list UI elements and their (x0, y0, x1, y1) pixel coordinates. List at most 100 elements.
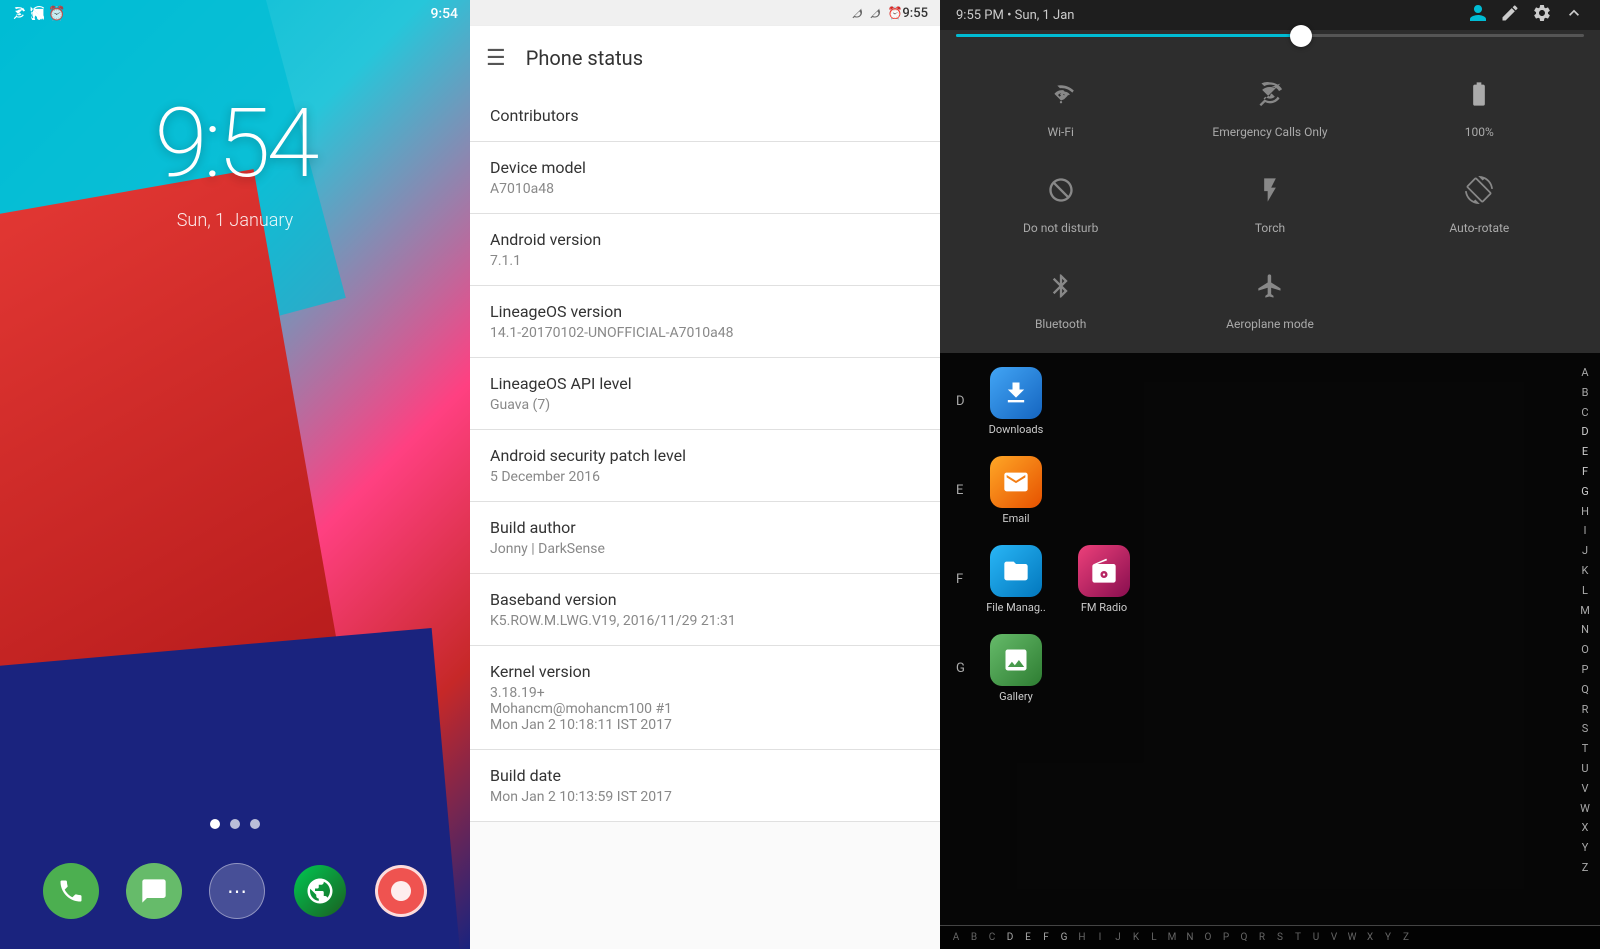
app-email[interactable]: Email (976, 450, 1056, 531)
alpha-I[interactable]: I (1092, 932, 1108, 943)
app-gallery[interactable]: Gallery (976, 628, 1056, 709)
alpha-U[interactable]: U (1308, 932, 1324, 943)
dnd-label: Do not disturb (1023, 221, 1098, 235)
qs-tile-airplane[interactable]: Aeroplane mode (1165, 249, 1374, 345)
alpha-A[interactable]: A (948, 932, 964, 943)
alphabet-w[interactable]: W (1580, 799, 1590, 819)
dock-phone-icon[interactable] (43, 863, 99, 919)
alpha-Y[interactable]: Y (1380, 932, 1396, 943)
alpha-T[interactable]: T (1290, 932, 1306, 943)
alpha-D[interactable]: D (1002, 932, 1018, 943)
alpha-J[interactable]: J (1110, 932, 1126, 943)
app-filemanager[interactable]: File Manag.. (976, 539, 1056, 620)
alphabet-r[interactable]: R (1582, 700, 1589, 720)
alphabet-i[interactable]: I (1584, 521, 1587, 541)
dock-browser-icon[interactable] (292, 863, 348, 919)
qs-tile-battery[interactable]: 100% (1375, 57, 1584, 153)
qs-tile-wifi[interactable]: Wi-Fi (956, 57, 1165, 153)
alpha-B[interactable]: B (966, 932, 982, 943)
alpha-H[interactable]: H (1074, 932, 1090, 943)
alpha-R[interactable]: R (1254, 932, 1270, 943)
alphabet-f[interactable]: F (1582, 462, 1588, 482)
alpha-C[interactable]: C (984, 932, 1000, 943)
signal-off-icon-2 (30, 6, 44, 23)
alpha-K[interactable]: K (1128, 932, 1144, 943)
alphabet-q[interactable]: Q (1581, 680, 1589, 700)
build-author-item: Build author Jonny | DarkSense (470, 502, 940, 574)
alphabet-m[interactable]: M (1580, 601, 1590, 621)
alphabet-s[interactable]: S (1582, 719, 1589, 739)
alpha-P[interactable]: P (1218, 932, 1234, 943)
phone-status-time: 9:55 (902, 6, 928, 21)
alpha-F[interactable]: F (1038, 932, 1054, 943)
app-fmradio[interactable]: FM Radio (1064, 539, 1144, 620)
alpha-V[interactable]: V (1326, 932, 1342, 943)
alphabet-g[interactable]: G (1581, 482, 1589, 502)
kernel-version-value: 3.18.19+ Mohancm@mohancm100 #1 Mon Jan 2… (490, 685, 920, 733)
dock-apps-icon[interactable]: ⋯ (209, 863, 265, 919)
build-author-value: Jonny | DarkSense (490, 541, 920, 557)
alpha-N[interactable]: N (1182, 932, 1198, 943)
qs-tile-bluetooth[interactable]: Bluetooth (956, 249, 1165, 345)
alphabet-b[interactable]: B (1582, 383, 1589, 403)
build-date-item: Build date Mon Jan 2 10:13:59 IST 2017 (470, 750, 940, 822)
qs-chevron-up-icon[interactable] (1564, 3, 1584, 27)
qs-tile-dnd[interactable]: Do not disturb (956, 153, 1165, 249)
alphabet-o[interactable]: O (1581, 640, 1589, 660)
dock-record-icon[interactable] (375, 865, 427, 917)
autorotate-label: Auto-rotate (1449, 221, 1509, 235)
device-model-label: Device model (490, 158, 920, 177)
alpha-W[interactable]: W (1344, 932, 1360, 943)
alphabet-j[interactable]: J (1582, 541, 1588, 561)
alpha-X[interactable]: X (1362, 932, 1378, 943)
alphabet-h[interactable]: H (1581, 502, 1589, 522)
alphabet-e[interactable]: E (1582, 442, 1588, 462)
dock-messages-icon[interactable] (126, 863, 182, 919)
alpha-Z[interactable]: Z (1398, 932, 1414, 943)
alphabet-d[interactable]: D (1581, 422, 1588, 442)
alphabet-z[interactable]: Z (1582, 858, 1589, 878)
qs-edit-icon[interactable] (1500, 3, 1520, 27)
baseband-version-item: Baseband version K5.ROW.M.LWG.V19, 2016/… (470, 574, 940, 646)
alphabet-u[interactable]: U (1581, 759, 1588, 779)
security-patch-value: 5 December 2016 (490, 469, 920, 485)
section-f-label: F (948, 568, 968, 591)
alarm-icon: ⏰ (48, 6, 65, 22)
qs-settings-icon[interactable] (1532, 3, 1552, 27)
phone-status-toolbar: ☰ Phone status (470, 26, 940, 90)
alphabet-a[interactable]: A (1581, 363, 1588, 383)
menu-icon[interactable]: ☰ (486, 46, 506, 71)
alpha-O[interactable]: O (1200, 932, 1216, 943)
lock-screen: ⏰ 9:54 9:54 Sun, 1 January ⋯ (0, 0, 470, 949)
emergency-label: Emergency Calls Only (1212, 125, 1327, 139)
brightness-thumb[interactable] (1290, 25, 1312, 47)
section-d: D Downloads (948, 361, 1562, 442)
app-downloads[interactable]: Downloads (976, 361, 1056, 442)
alpha-M[interactable]: M (1164, 932, 1180, 943)
qs-tile-autorotate[interactable]: Auto-rotate (1375, 153, 1584, 249)
signal-off-small-2 (869, 7, 881, 19)
alphabet-p[interactable]: P (1582, 660, 1589, 680)
alphabet-v[interactable]: V (1581, 779, 1588, 799)
lock-screen-dock: ⋯ (0, 863, 470, 919)
qs-brightness-slider[interactable] (940, 30, 1600, 49)
alpha-E[interactable]: E (1020, 932, 1036, 943)
page-dot-2 (230, 819, 240, 829)
contributors-item[interactable]: Contributors (470, 90, 940, 142)
alphabet-c[interactable]: C (1581, 403, 1588, 423)
qs-person-icon[interactable] (1468, 3, 1488, 27)
alpha-Q[interactable]: Q (1236, 932, 1252, 943)
alphabet-y[interactable]: Y (1582, 838, 1589, 858)
alphabet-n[interactable]: N (1581, 620, 1589, 640)
qs-tile-emergency[interactable]: Emergency Calls Only (1165, 57, 1374, 153)
kernel-version-label: Kernel version (490, 662, 920, 681)
alphabet-l[interactable]: L (1582, 581, 1588, 601)
alpha-G[interactable]: G (1056, 932, 1072, 943)
qs-tile-torch[interactable]: Torch (1165, 153, 1374, 249)
alphabet-k[interactable]: K (1582, 561, 1589, 581)
alpha-L[interactable]: L (1146, 932, 1162, 943)
alpha-S[interactable]: S (1272, 932, 1288, 943)
baseband-version-value: K5.ROW.M.LWG.V19, 2016/11/29 21:31 (490, 613, 920, 629)
alphabet-x[interactable]: X (1582, 818, 1589, 838)
alphabet-t[interactable]: T (1582, 739, 1589, 759)
